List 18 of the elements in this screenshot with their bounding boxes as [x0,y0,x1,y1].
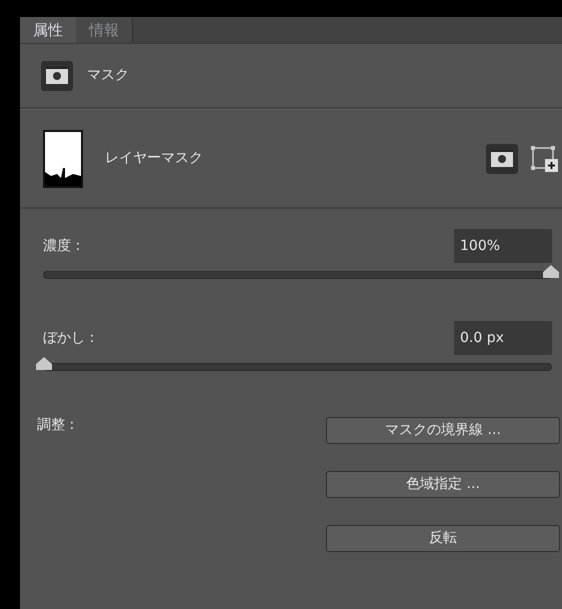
value-field[interactable]: 100% [454,229,552,263]
layer-mask-label: レイヤーマスク [105,149,203,168]
value-field[interactable]: 0.0 px [454,321,552,355]
adjust-button[interactable]: 反転 [326,525,560,552]
slider-thumb[interactable] [543,265,559,278]
slider-thumb[interactable] [36,357,52,370]
slider-label: 濃度 : [43,236,80,256]
mask-icon[interactable] [486,144,518,174]
panel-tab[interactable]: 属性 [20,17,76,43]
adjust-label: 調整 : [37,416,74,435]
adjust-button[interactable]: マスクの境界線 ... [326,417,560,444]
vector-mask-add-icon[interactable] [530,144,558,174]
mask-icon[interactable] [41,60,73,90]
panel-title: マスク [87,66,129,85]
adjust-button[interactable]: 色域指定 ... [326,471,560,498]
panel-tab[interactable]: 情報 [76,17,133,43]
mask-thumbnail [43,130,83,188]
slider-label: ぼかし : [43,328,94,348]
